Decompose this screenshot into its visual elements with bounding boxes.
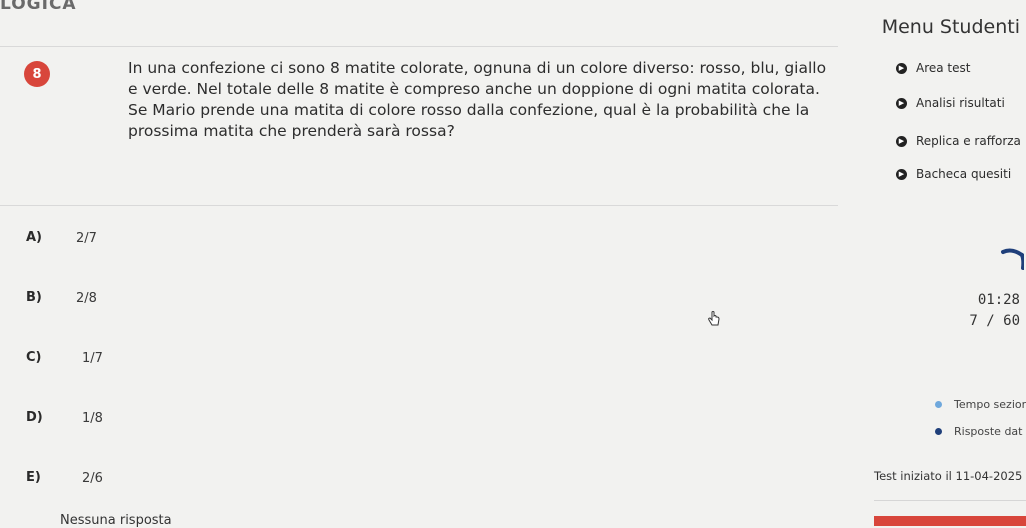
- answer-letter: A): [26, 230, 43, 245]
- legend-dot: [935, 401, 942, 408]
- chevron-right-icon: ▶: [896, 97, 907, 109]
- question-counter: 7 / 60: [969, 313, 1020, 329]
- legend-item-tempo-sezione: Tempo sezior: [935, 398, 1026, 411]
- legend-item-risposte-date: Risposte dat: [935, 425, 1023, 438]
- menu-item-label: Analisi risultati: [916, 96, 1005, 110]
- logo: LOGICA: [0, 0, 77, 14]
- answer-option-d[interactable]: D) 1/8: [0, 406, 820, 446]
- progress-gauge-icon: [1001, 248, 1024, 270]
- submit-bar[interactable]: [874, 516, 1026, 526]
- answer-value: 1/8: [82, 411, 103, 426]
- question-number-badge: 8: [24, 61, 50, 87]
- answer-letter: B): [26, 290, 42, 305]
- chevron-right-icon: ▶: [896, 135, 907, 147]
- legend-dot: [935, 428, 942, 435]
- question-text: In una confezione ci sono 8 matite color…: [128, 59, 827, 140]
- answer-option-e[interactable]: E) 2/6: [0, 466, 820, 506]
- menu-title: Menu Studenti: [881, 16, 1020, 38]
- legend-label: Risposte dat: [954, 425, 1023, 438]
- answer-letter: C): [26, 350, 42, 365]
- answer-value: 2/7: [76, 231, 97, 246]
- answer-value: 2/6: [82, 471, 103, 486]
- answer-option-a[interactable]: A) 2/7: [0, 226, 820, 266]
- timer: 01:28: [977, 292, 1020, 308]
- menu-item-replica-rafforza[interactable]: ▶ Replica e rafforza: [896, 134, 1021, 148]
- hand-cursor-icon: [708, 311, 720, 326]
- menu-item-area-test[interactable]: ▶ Area test: [896, 61, 970, 75]
- chevron-right-icon: ▶: [896, 168, 907, 180]
- answer-value: 2/8: [76, 291, 97, 306]
- answer-value: 1/7: [82, 351, 103, 366]
- answer-letter: D): [26, 410, 43, 425]
- chevron-right-icon: ▶: [896, 62, 907, 74]
- answer-option-c[interactable]: C) 1/7: [0, 346, 820, 386]
- menu-item-bacheca-quesiti[interactable]: ▶ Bacheca quesiti: [896, 167, 1011, 181]
- legend-label: Tempo sezior: [954, 398, 1026, 411]
- menu-item-label: Replica e rafforza: [916, 134, 1021, 148]
- answer-letter: E): [26, 470, 41, 485]
- menu-item-label: Area test: [916, 61, 971, 75]
- divider: [874, 500, 1026, 501]
- answer-option-b[interactable]: B) 2/8: [0, 286, 820, 326]
- menu-item-analisi-risultati[interactable]: ▶ Analisi risultati: [896, 96, 1005, 110]
- menu-item-label: Bacheca quesiti: [916, 167, 1012, 181]
- test-start-info: Test iniziato il 11-04-2025 al: [874, 469, 1026, 483]
